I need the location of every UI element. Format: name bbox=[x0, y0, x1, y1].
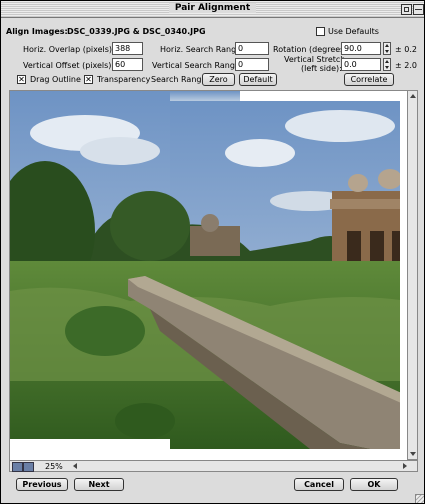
drag-outline-checkbox[interactable]: ✕ bbox=[17, 75, 26, 84]
rotation-stepper[interactable] bbox=[383, 42, 391, 55]
correlate-button[interactable]: Correlate bbox=[344, 73, 394, 86]
vertical-offset-field[interactable]: 60 bbox=[112, 58, 143, 71]
scroll-left-icon[interactable] bbox=[73, 463, 77, 469]
scroll-down-icon[interactable] bbox=[410, 452, 416, 456]
horiz-overlap-label: Horiz. Overlap (pixels): bbox=[23, 45, 115, 54]
horizontal-scrollbar[interactable]: 25% bbox=[9, 460, 418, 472]
zoom-box-icon[interactable] bbox=[401, 4, 412, 15]
default-button[interactable]: Default bbox=[239, 73, 277, 86]
previous-button[interactable]: Previous bbox=[16, 478, 68, 491]
vstretch-field[interactable]: 0.0 bbox=[341, 58, 381, 71]
scroll-up-icon[interactable] bbox=[410, 94, 416, 98]
title-bar[interactable]: Pair Alignment bbox=[1, 1, 424, 18]
vertical-search-field[interactable]: 0 bbox=[235, 58, 269, 71]
resize-grip-icon[interactable] bbox=[415, 494, 424, 503]
use-defaults-label: Use Defaults bbox=[328, 27, 379, 36]
horiz-overlap-field[interactable]: 388 bbox=[112, 42, 143, 55]
align-images-files: DSC_0339.JPG & DSC_0340.JPG bbox=[67, 27, 206, 36]
pair-alignment-window: Pair Alignment Align Images: DSC_0339.JP… bbox=[0, 0, 425, 504]
use-defaults-checkbox[interactable] bbox=[316, 27, 325, 36]
align-images-label: Align Images: bbox=[6, 27, 68, 36]
vstretch-label-1: Vertical Stretch bbox=[284, 55, 346, 64]
rotation-range: ± 0.2 bbox=[395, 45, 417, 54]
drag-outline-label: Drag Outline bbox=[30, 75, 81, 84]
vstretch-label-2: (left side): bbox=[301, 64, 342, 73]
cancel-button[interactable]: Cancel bbox=[294, 478, 344, 491]
zero-button[interactable]: Zero bbox=[202, 73, 235, 86]
collapse-box-icon[interactable] bbox=[413, 4, 424, 15]
ok-button[interactable]: OK bbox=[350, 478, 398, 491]
rotation-label: Rotation (degrees): bbox=[273, 45, 351, 54]
transparency-checkbox[interactable]: ✕ bbox=[84, 75, 93, 84]
vertical-offset-label: Vertical Offset (pixels): bbox=[23, 61, 115, 70]
transparency-label: Transparency bbox=[97, 75, 151, 84]
vstretch-range: ± 2.0 bbox=[395, 61, 417, 70]
search-range-label: Search Range: bbox=[151, 75, 210, 84]
horiz-search-label: Horiz. Search Range: bbox=[160, 45, 244, 54]
window-title: Pair Alignment bbox=[1, 3, 424, 13]
scroll-right-icon[interactable] bbox=[403, 463, 407, 469]
horiz-search-field[interactable]: 0 bbox=[235, 42, 269, 55]
zoom-in-icon[interactable] bbox=[23, 462, 34, 472]
zoom-out-icon[interactable] bbox=[12, 462, 23, 472]
vertical-scrollbar[interactable] bbox=[407, 90, 418, 460]
vertical-search-label: Vertical Search Range: bbox=[152, 61, 243, 70]
vstretch-stepper[interactable] bbox=[383, 58, 391, 71]
image-view[interactable] bbox=[9, 90, 409, 462]
panorama-image bbox=[10, 91, 408, 461]
zoom-level: 25% bbox=[45, 462, 63, 471]
next-button[interactable]: Next bbox=[74, 478, 124, 491]
rotation-field[interactable]: 90.0 bbox=[341, 42, 381, 55]
